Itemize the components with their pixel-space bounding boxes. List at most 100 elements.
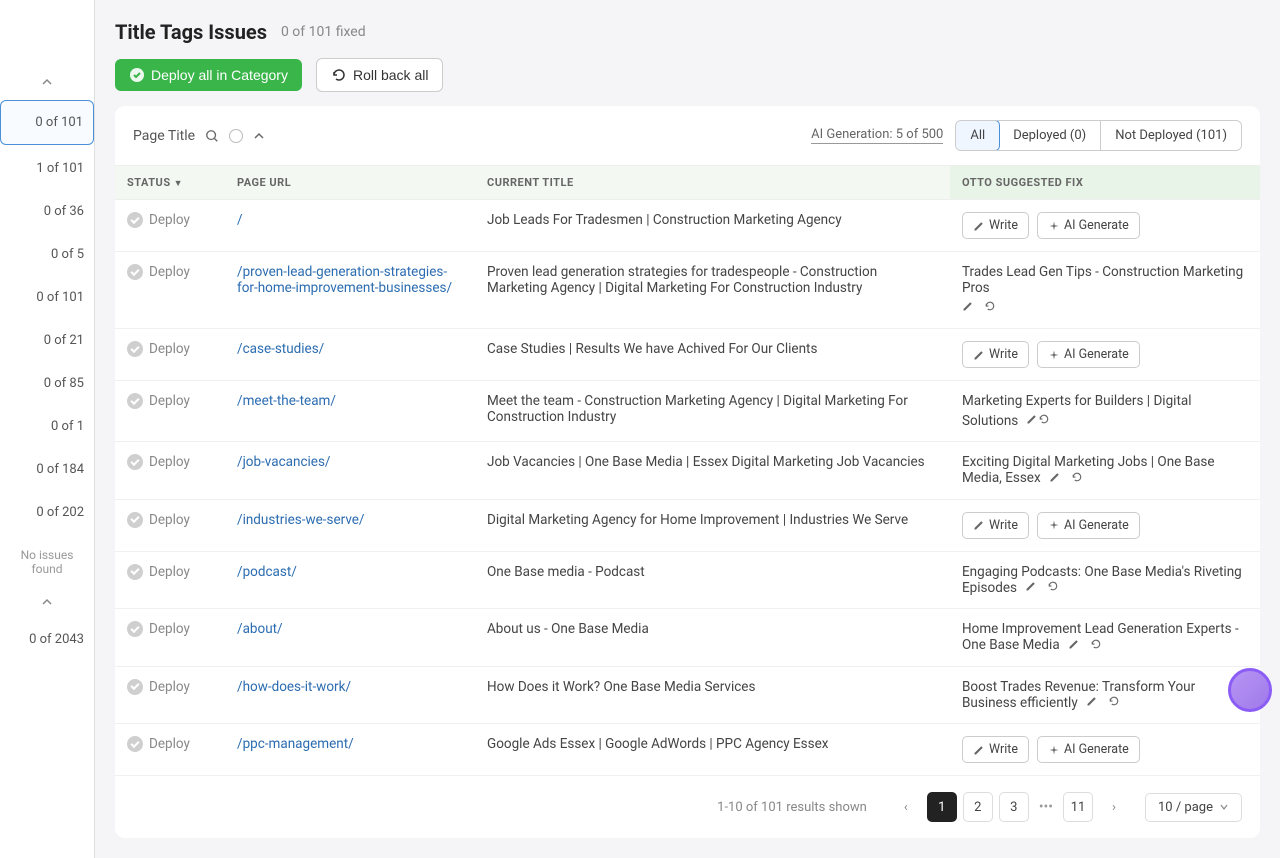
table-row: Deploy/proven-lead-generation-strategies… (115, 252, 1260, 329)
current-title-text: Job Leads For Tradesmen | Construction M… (487, 212, 842, 228)
deploy-all-button[interactable]: Deploy all in Category (115, 59, 302, 91)
deploy-toggle[interactable]: Deploy (127, 679, 213, 695)
table-row: Deploy/about/About us - One Base MediaHo… (115, 609, 1260, 666)
write-button[interactable]: Write (962, 512, 1029, 539)
filter-circle-icon[interactable] (229, 129, 243, 143)
ai-generation-count[interactable]: AI Generation: 5 of 500 (811, 127, 943, 144)
regenerate-icon[interactable] (1090, 638, 1102, 654)
edit-icon[interactable] (1025, 580, 1037, 596)
page-next[interactable]: › (1099, 792, 1129, 822)
deploy-toggle[interactable]: Deploy (127, 212, 213, 228)
tab-all[interactable]: All (955, 120, 1000, 151)
table-row: Deploy/how-does-it-work/How Does it Work… (115, 666, 1260, 723)
sidebar-item-1[interactable]: 1 of 101 (0, 147, 94, 190)
table-row: Deploy/meet-the-team/Meet the team - Con… (115, 381, 1260, 442)
sidebar-item-4[interactable]: 0 of 101 (0, 276, 94, 319)
page-1[interactable]: 1 (927, 792, 957, 822)
page-2[interactable]: 2 (963, 792, 993, 822)
page-3[interactable]: 3 (999, 792, 1029, 822)
page-url-link[interactable]: / (237, 212, 243, 228)
suggested-fix-text: Engaging Podcasts: One Base Media's Rive… (962, 564, 1242, 596)
col-url[interactable]: PAGE URL (225, 166, 475, 200)
edit-icon[interactable] (1026, 413, 1038, 429)
deploy-filter-tabs: All Deployed (0) Not Deployed (101) (955, 120, 1242, 151)
ai-generate-button[interactable]: AI Generate (1037, 512, 1140, 539)
sidebar-no-issues: No issues found (0, 534, 94, 590)
issues-panel: Page Title AI Generation: 5 of 500 All D… (115, 106, 1260, 838)
deploy-toggle[interactable]: Deploy (127, 341, 213, 357)
page-url-link[interactable]: /meet-the-team/ (237, 393, 336, 409)
write-button[interactable]: Write (962, 736, 1029, 763)
deploy-toggle[interactable]: Deploy (127, 393, 213, 409)
support-avatar[interactable] (1228, 668, 1272, 712)
check-circle-icon (127, 512, 143, 528)
sidebar-item-2[interactable]: 0 of 36 (0, 190, 94, 233)
page-prev[interactable]: ‹ (891, 792, 921, 822)
ai-generate-button[interactable]: AI Generate (1037, 212, 1140, 239)
per-page-select[interactable]: 10 / page (1145, 793, 1242, 822)
edit-icon[interactable] (1086, 695, 1098, 711)
regenerate-icon[interactable] (984, 300, 996, 316)
page-url-link[interactable]: /how-does-it-work/ (237, 679, 351, 695)
chevron-up-icon[interactable] (253, 130, 265, 142)
col-fix[interactable]: OTTO SUGGESTED FIX (950, 166, 1260, 200)
regenerate-icon[interactable] (1038, 413, 1050, 429)
page-url-link[interactable]: /ppc-management/ (237, 736, 354, 752)
table-row: Deploy/podcast/One Base media - PodcastE… (115, 551, 1260, 608)
col-status[interactable]: STATUS▼ (115, 166, 225, 200)
deploy-label: Deploy (149, 679, 190, 695)
write-button[interactable]: Write (962, 341, 1029, 368)
deploy-toggle[interactable]: Deploy (127, 264, 213, 280)
edit-icon[interactable] (962, 300, 974, 316)
deploy-label: Deploy (149, 512, 190, 528)
ai-generate-button[interactable]: AI Generate (1037, 341, 1140, 368)
sidebar-collapse-top[interactable] (0, 70, 94, 98)
deploy-label: Deploy (149, 264, 190, 280)
page-url-link[interactable]: /about/ (237, 621, 283, 637)
sidebar-collapse-bottom[interactable] (0, 590, 94, 618)
deploy-toggle[interactable]: Deploy (127, 736, 213, 752)
col-current[interactable]: CURRENT TITLE (475, 166, 950, 200)
page-url-link[interactable]: /podcast/ (237, 564, 297, 580)
regenerate-icon[interactable] (1108, 695, 1120, 711)
check-circle-icon (127, 454, 143, 470)
rollback-all-button[interactable]: Roll back all (316, 58, 443, 92)
edit-icon[interactable] (1068, 638, 1080, 654)
page-url-link[interactable]: /job-vacancies/ (237, 454, 331, 470)
page-url-link[interactable]: /case-studies/ (237, 341, 324, 357)
current-title-text: Google Ads Essex | Google AdWords | PPC … (487, 736, 828, 752)
check-circle-icon (127, 264, 143, 280)
deploy-toggle[interactable]: Deploy (127, 621, 213, 637)
regenerate-icon[interactable] (1047, 580, 1059, 596)
deploy-toggle[interactable]: Deploy (127, 512, 213, 528)
edit-icon[interactable] (1049, 471, 1061, 487)
suggested-fix-text: Trades Lead Gen Tips - Construction Mark… (962, 264, 1248, 296)
write-button[interactable]: Write (962, 212, 1029, 239)
tab-deployed[interactable]: Deployed (0) (999, 121, 1101, 150)
current-title-text: Job Vacancies | One Base Media | Essex D… (487, 454, 925, 470)
page-11[interactable]: 11 (1063, 792, 1093, 822)
tab-not-deployed[interactable]: Not Deployed (101) (1101, 121, 1241, 150)
sidebar-item-5[interactable]: 0 of 21 (0, 319, 94, 362)
regenerate-icon[interactable] (1071, 471, 1083, 487)
sidebar-item-0[interactable]: 0 of 101 (0, 100, 94, 145)
sidebar-item-7[interactable]: 0 of 1 (0, 405, 94, 448)
page-url-link[interactable]: /proven-lead-generation-strategies-for-h… (237, 264, 452, 296)
ai-generate-button[interactable]: AI Generate (1037, 736, 1140, 763)
check-circle-icon (127, 393, 143, 409)
sidebar-item-8[interactable]: 0 of 184 (0, 448, 94, 491)
sidebar-item-3[interactable]: 0 of 5 (0, 233, 94, 276)
sidebar-item-total[interactable]: 0 of 2043 (0, 618, 94, 661)
sidebar-item-9[interactable]: 0 of 202 (0, 491, 94, 534)
table-row: Deploy / Job Leads For Tradesmen | Constru… (115, 200, 1260, 252)
page-title-filter-label: Page Title (133, 128, 195, 144)
issues-table: STATUS▼ PAGE URL CURRENT TITLE OTTO SUGG… (115, 165, 1260, 776)
page-url-link[interactable]: /industries-we-serve/ (237, 512, 365, 528)
search-icon[interactable] (205, 129, 219, 143)
deploy-label: Deploy (149, 212, 190, 228)
current-title-text: About us - One Base Media (487, 621, 649, 637)
rollback-all-label: Roll back all (353, 67, 428, 83)
sidebar-item-6[interactable]: 0 of 85 (0, 362, 94, 405)
deploy-toggle[interactable]: Deploy (127, 454, 213, 470)
deploy-toggle[interactable]: Deploy (127, 564, 213, 580)
